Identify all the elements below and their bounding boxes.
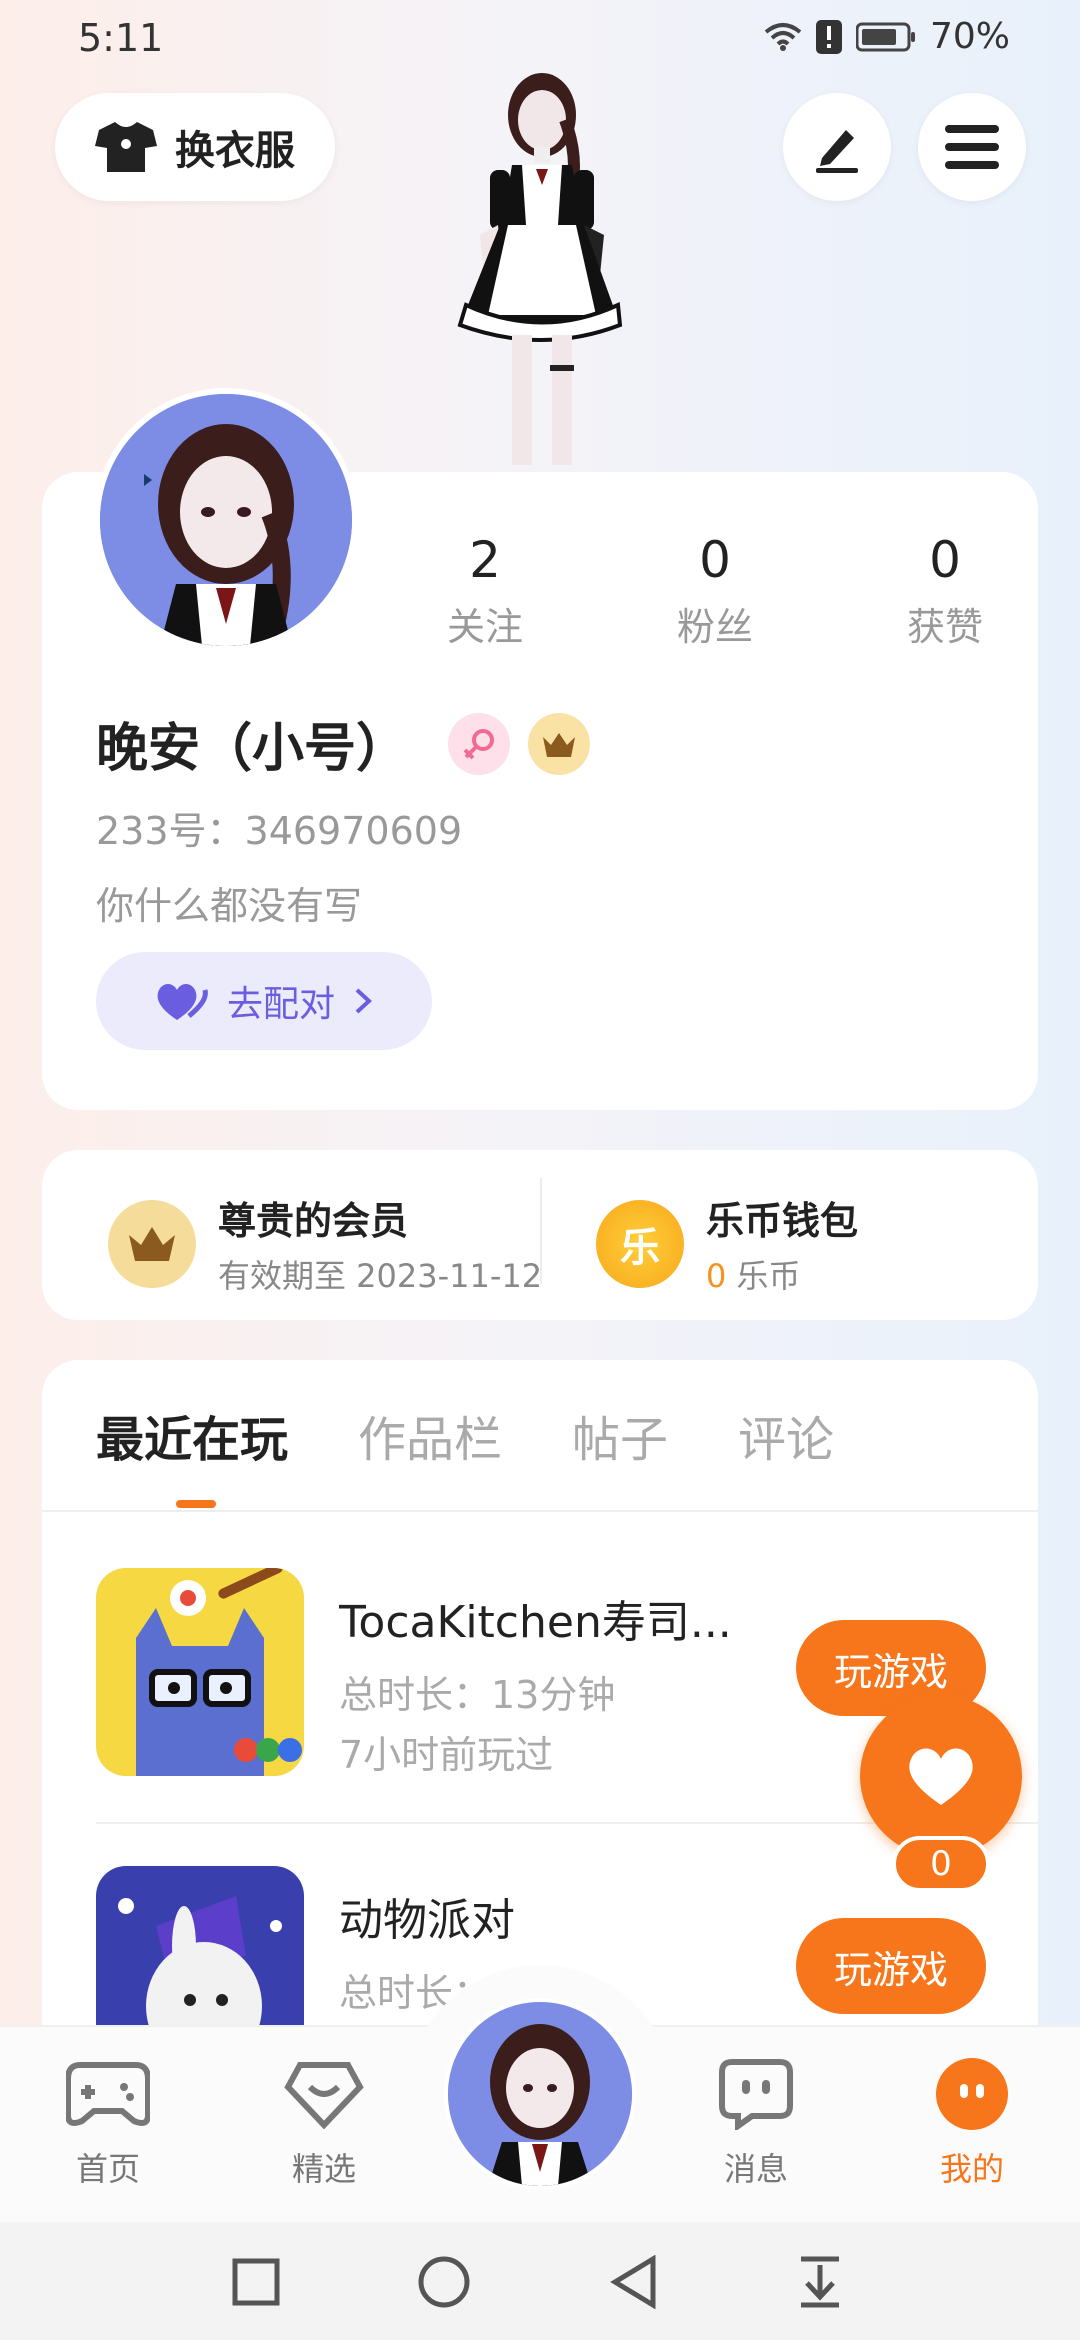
system-nav-bar — [0, 2222, 1080, 2340]
float-like-button[interactable] — [860, 1695, 1022, 1857]
change-outfit-button[interactable]: 换衣服 — [55, 93, 335, 201]
edit-profile-button[interactable] — [783, 93, 891, 201]
notification-pull-button[interactable] — [790, 2252, 850, 2312]
nickname: 晚安（小号） — [96, 719, 409, 779]
match-label: 去配对 — [226, 984, 335, 1025]
game-last-played: 7小时前玩过 — [339, 1733, 554, 1777]
crown-icon — [108, 1199, 196, 1288]
battery-percent: 70% — [929, 16, 1010, 57]
stat-fans[interactable]: 0 粉丝 — [600, 530, 830, 651]
user-bio: 你什么都没有写 — [96, 884, 363, 928]
member-expiry: 有效期至 2023-11-12 — [218, 1257, 543, 1295]
alert-icon — [815, 19, 842, 54]
coin-amount: 0 — [706, 1257, 727, 1295]
chat-bubble-icon — [714, 2052, 798, 2136]
coin-glyph: 乐 — [620, 1224, 660, 1271]
home-button[interactable] — [414, 2252, 474, 2312]
coin-icon: 乐 — [596, 1199, 684, 1288]
wifi-icon — [764, 22, 802, 51]
menu-button[interactable] — [918, 93, 1026, 201]
nav-messages-label: 消息 — [723, 2150, 788, 2188]
activity-tabs: 最近在玩 作品栏 帖子 评论 — [96, 1400, 834, 1470]
game-name: 动物派对 — [339, 1895, 515, 1946]
change-outfit-label: 换衣服 — [175, 128, 295, 174]
female-badge — [448, 712, 511, 775]
nav-featured[interactable]: 精选 — [244, 2052, 404, 2190]
tab-divider — [42, 1510, 1038, 1512]
nav-home[interactable]: 首页 — [28, 2052, 188, 2190]
game-duration: 总时长：13分钟 — [339, 1673, 616, 1717]
status-time: 5:11 — [78, 16, 164, 60]
pen-icon — [816, 130, 858, 173]
heart-diamond-icon — [282, 2052, 366, 2136]
tshirt-icon — [95, 122, 157, 172]
stat-likes[interactable]: 0 获赞 — [830, 530, 1060, 651]
stat-label: 关注 — [446, 605, 523, 649]
float-like-count: 0 — [892, 1836, 990, 1892]
user-id: 233号：346970609 — [96, 809, 463, 853]
membership-entry[interactable]: 尊贵的会员 有效期至 2023-11-12 — [108, 1190, 542, 1297]
coin-title: 乐币钱包 — [706, 1199, 859, 1243]
stat-following[interactable]: 2 关注 — [370, 530, 600, 651]
heart-icon — [909, 1748, 973, 1805]
nav-messages[interactable]: 消息 — [676, 2052, 836, 2190]
tab-posts[interactable]: 帖子 — [572, 1400, 668, 1470]
game-thumbnail — [96, 1866, 304, 2026]
coin-balance: 0 乐币 — [706, 1251, 858, 1297]
triangle-back-icon — [610, 2255, 656, 2309]
character-figure[interactable] — [420, 65, 670, 475]
profile-face-icon — [930, 2052, 1014, 2136]
recent-apps-button[interactable] — [226, 2252, 286, 2312]
nickname-row: 晚安（小号） — [96, 706, 591, 781]
tab-indicator — [176, 1500, 216, 1508]
circle-icon — [418, 2256, 470, 2308]
nav-mine-label: 我的 — [939, 2150, 1004, 2188]
coin-unit: 乐币 — [736, 1257, 801, 1295]
status-bar: 5:11 70% — [0, 0, 1080, 75]
stat-value: 2 — [469, 531, 501, 589]
status-icons: 70% — [764, 16, 1010, 57]
profile-stats: 2 关注 0 粉丝 0 获赞 — [370, 530, 1060, 651]
nav-home-label: 首页 — [75, 2150, 140, 2188]
tab-recent-play[interactable]: 最近在玩 — [96, 1400, 288, 1470]
game-row[interactable]: TocaKitchen寿司... 总时长：13分钟 7小时前玩过 玩游戏 — [96, 1568, 996, 1778]
vip-badge[interactable] — [528, 712, 591, 775]
tab-comments[interactable]: 评论 — [738, 1400, 834, 1470]
center-avatar-button[interactable] — [444, 1998, 636, 2190]
game-name: TocaKitchen寿司... — [339, 1597, 732, 1648]
pull-down-icon — [801, 2256, 839, 2308]
stat-label: 粉丝 — [676, 605, 753, 649]
game-thumbnail — [96, 1568, 304, 1776]
hamburger-icon — [945, 125, 999, 169]
crown-icon — [543, 732, 576, 757]
square-icon — [232, 2258, 280, 2306]
battery-icon — [855, 22, 915, 51]
stat-value: 0 — [929, 531, 961, 589]
female-icon — [463, 728, 495, 759]
gamepad-icon — [66, 2052, 150, 2136]
match-button[interactable]: 去配对 — [96, 952, 432, 1050]
chevron-right-icon — [355, 988, 372, 1014]
back-button[interactable] — [604, 2252, 664, 2312]
coin-wallet-entry[interactable]: 乐 乐币钱包 0 乐币 — [596, 1190, 858, 1297]
profile-avatar[interactable] — [94, 388, 358, 652]
play-game-button[interactable]: 玩游戏 — [796, 1918, 986, 2014]
nav-mine[interactable]: 我的 — [892, 2052, 1052, 2190]
stat-label: 获赞 — [906, 605, 983, 649]
tab-works[interactable]: 作品栏 — [358, 1400, 502, 1470]
member-title: 尊贵的会员 — [218, 1199, 409, 1243]
stat-value: 0 — [699, 531, 731, 589]
heart-icon — [157, 984, 208, 1020]
nav-featured-label: 精选 — [291, 2150, 356, 2188]
